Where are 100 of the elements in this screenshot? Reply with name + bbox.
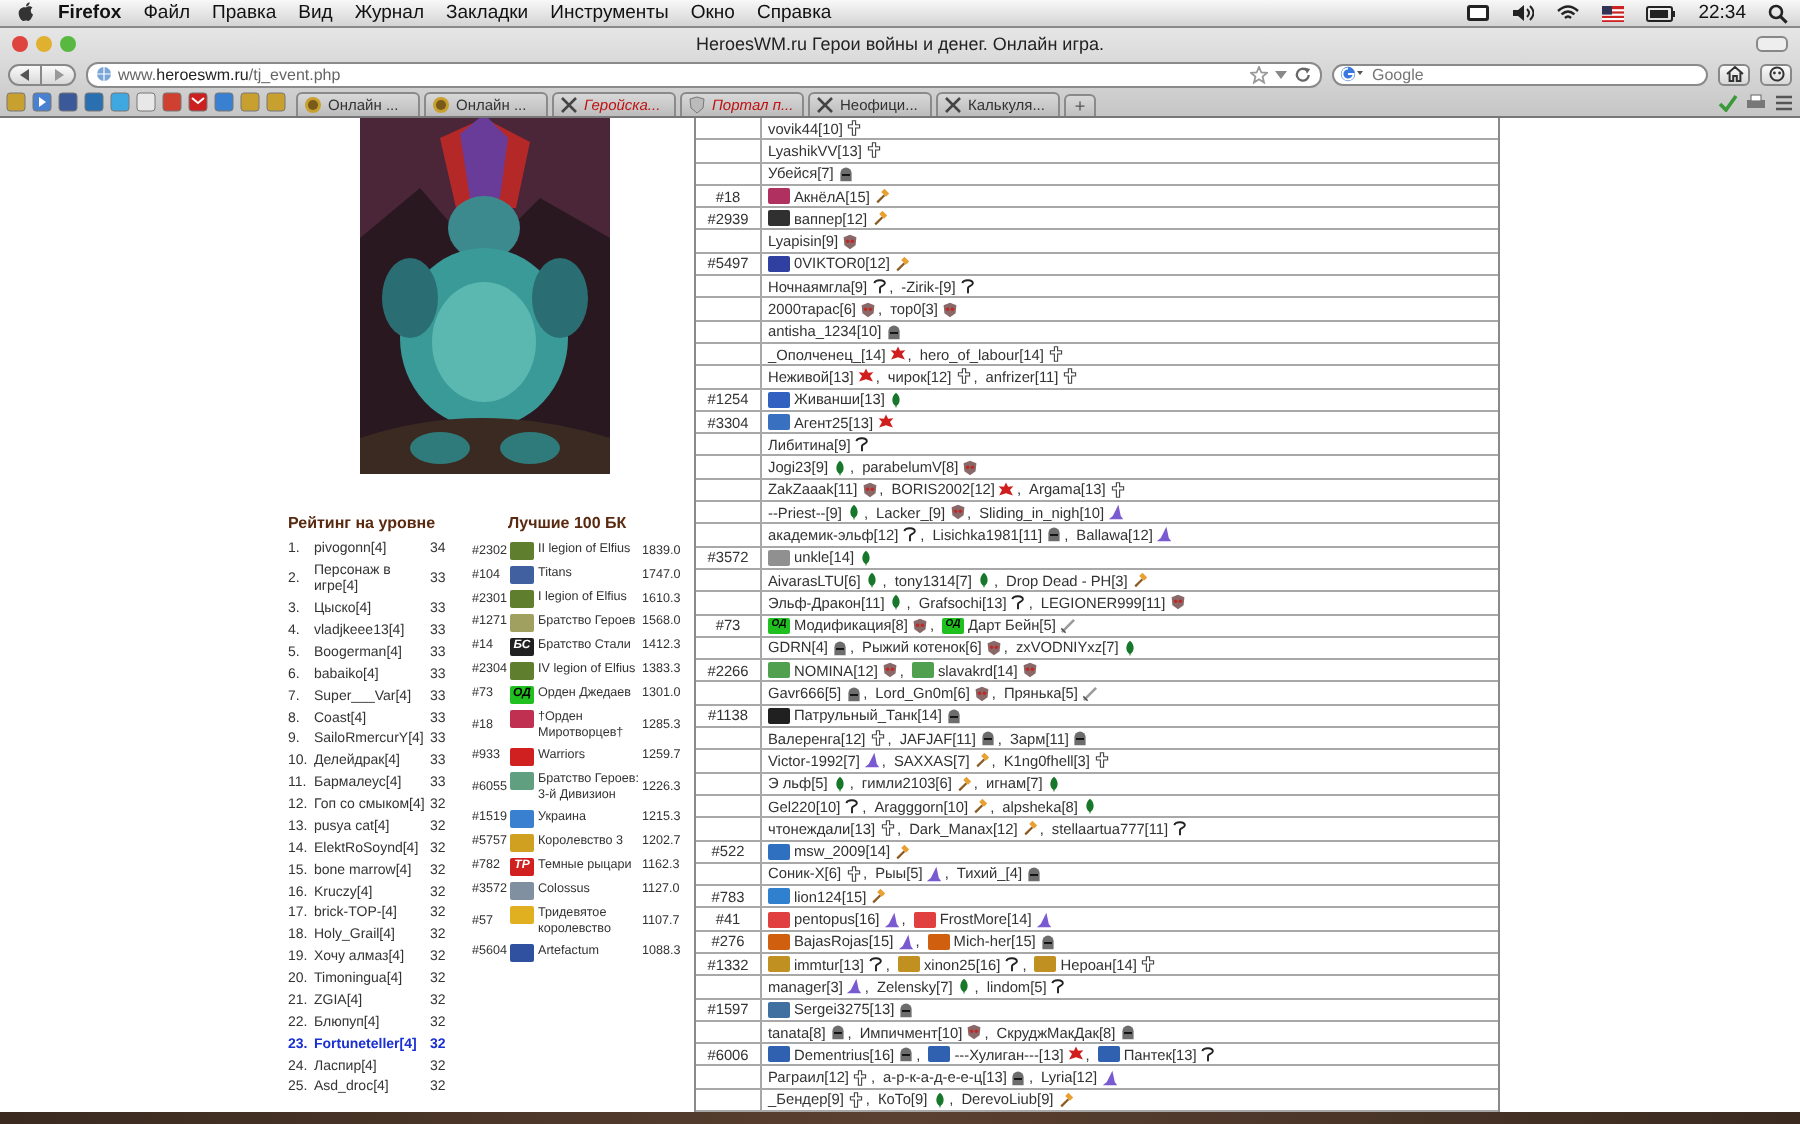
star-icon: [1067, 1046, 1084, 1063]
menu-item[interactable]: Журнал: [354, 2, 424, 24]
mask-icon: [842, 233, 859, 250]
display-icon[interactable]: [1466, 4, 1491, 22]
cross-icon: [869, 730, 886, 747]
menu-item[interactable]: Закладки: [446, 2, 529, 24]
left-triangle-icon: [18, 67, 32, 81]
menu-item[interactable]: Справка: [756, 2, 832, 24]
cross-icon: [1140, 956, 1157, 973]
helmet-icon: [837, 165, 854, 182]
hammer-icon: [894, 843, 911, 860]
dagger-icon: [1081, 685, 1098, 702]
reload-icon[interactable]: [1294, 65, 1312, 83]
hammer-icon: [893, 255, 910, 272]
hammer-icon: [972, 798, 989, 815]
new-tab-button[interactable]: +: [1064, 94, 1096, 116]
search-engine-icon[interactable]: [1340, 66, 1364, 82]
helmet-icon: [1119, 1024, 1136, 1041]
tools-icon: [560, 96, 578, 114]
bookmark-icon[interactable]: [6, 92, 26, 112]
mask-icon: [973, 685, 990, 702]
mask-icon: [1021, 662, 1038, 679]
hammer-icon: [955, 775, 972, 792]
search-icon[interactable]: [1768, 3, 1788, 23]
helmet-icon: [1039, 933, 1056, 950]
close-button[interactable]: [12, 36, 28, 52]
cross-icon: [865, 142, 882, 159]
star-icon: [889, 346, 906, 363]
app-menu[interactable]: Firefox: [58, 2, 122, 24]
face-icon: [1767, 66, 1785, 82]
hat-icon: [1101, 1069, 1118, 1086]
mask-icon: [949, 504, 966, 521]
helmet-icon: [885, 323, 902, 340]
bookmark-star-icon[interactable]: [1250, 65, 1268, 83]
check-icon[interactable]: [1718, 93, 1738, 111]
hammer-icon: [1057, 1091, 1074, 1108]
back-button[interactable]: [8, 63, 42, 85]
cross-icon: [845, 865, 861, 882]
helmet-icon: [845, 685, 862, 702]
home-button[interactable]: [1718, 63, 1750, 85]
globe-icon: [96, 66, 112, 82]
flag-icon[interactable]: [1602, 5, 1625, 21]
section-heading: Лучшие 100 БК: [508, 514, 629, 532]
wifi-icon[interactable]: [1556, 4, 1581, 22]
coin-icon: [304, 96, 322, 114]
mask-icon: [860, 301, 876, 318]
addon-button[interactable]: [1760, 63, 1792, 85]
menu-item[interactable]: Вид: [298, 2, 333, 24]
cross-icon: [955, 368, 972, 385]
forward-button[interactable]: [42, 63, 76, 85]
window-title: HeroesWM.ru Герои войны и денег. Онлайн игра.: [694, 34, 1106, 54]
bookmark-icon[interactable]: [188, 92, 208, 112]
mask-icon: [962, 459, 979, 476]
list-icon[interactable]: [1774, 93, 1794, 111]
hat-icon: [846, 978, 863, 995]
leaf-icon: [832, 459, 848, 476]
search-field[interactable]: Google: [1332, 63, 1708, 85]
leaf-icon: [1122, 639, 1139, 656]
hat-icon: [926, 865, 943, 882]
helmet-icon: [1010, 1069, 1027, 1086]
mask-icon: [861, 481, 878, 498]
hat-icon: [863, 752, 880, 769]
star-icon: [877, 414, 894, 430]
cross-icon: [852, 1069, 869, 1086]
hammer-icon: [871, 210, 888, 227]
tools-icon: [816, 96, 834, 114]
hat-icon: [1156, 526, 1173, 543]
address-field[interactable]: www.heroeswm.ru/tj_event.php: [86, 61, 1322, 87]
menu-item[interactable]: Окно: [690, 2, 735, 24]
menu-item[interactable]: Правка: [212, 2, 277, 24]
mask-icon: [1169, 594, 1186, 611]
caret-icon[interactable]: [1274, 69, 1288, 79]
hammer-icon: [1021, 820, 1038, 837]
mask-icon: [911, 617, 928, 634]
section-heading: Рейтинг на уровне: [288, 514, 438, 532]
battery-icon[interactable]: [1646, 5, 1677, 21]
helmet-icon: [898, 1001, 915, 1018]
bookmark-icon[interactable]: [32, 92, 52, 112]
speaker-icon[interactable]: [1512, 4, 1535, 22]
cross-icon: [879, 820, 896, 837]
leaf-icon: [888, 391, 905, 408]
toolbar-toggle-button[interactable]: [1756, 36, 1788, 52]
coin-icon: [432, 96, 450, 114]
helmet-icon: [945, 707, 962, 724]
mask-icon: [881, 662, 898, 679]
leaf-icon: [845, 504, 862, 521]
star-icon: [998, 481, 1015, 498]
cross-icon: [1047, 346, 1064, 363]
printer-icon[interactable]: [1746, 93, 1766, 111]
leaf-icon: [1046, 775, 1063, 792]
cross-icon: [1062, 368, 1079, 385]
helmet-icon: [1026, 865, 1043, 882]
menu-item[interactable]: Файл: [143, 2, 191, 24]
helmet-icon: [831, 639, 848, 656]
hat-icon: [1108, 504, 1125, 521]
cross-icon: [1093, 752, 1110, 769]
helmet-icon: [979, 730, 996, 747]
apple-icon[interactable]: [16, 2, 36, 24]
menu-item[interactable]: Инструменты: [550, 2, 669, 24]
hat-icon: [1035, 911, 1052, 928]
